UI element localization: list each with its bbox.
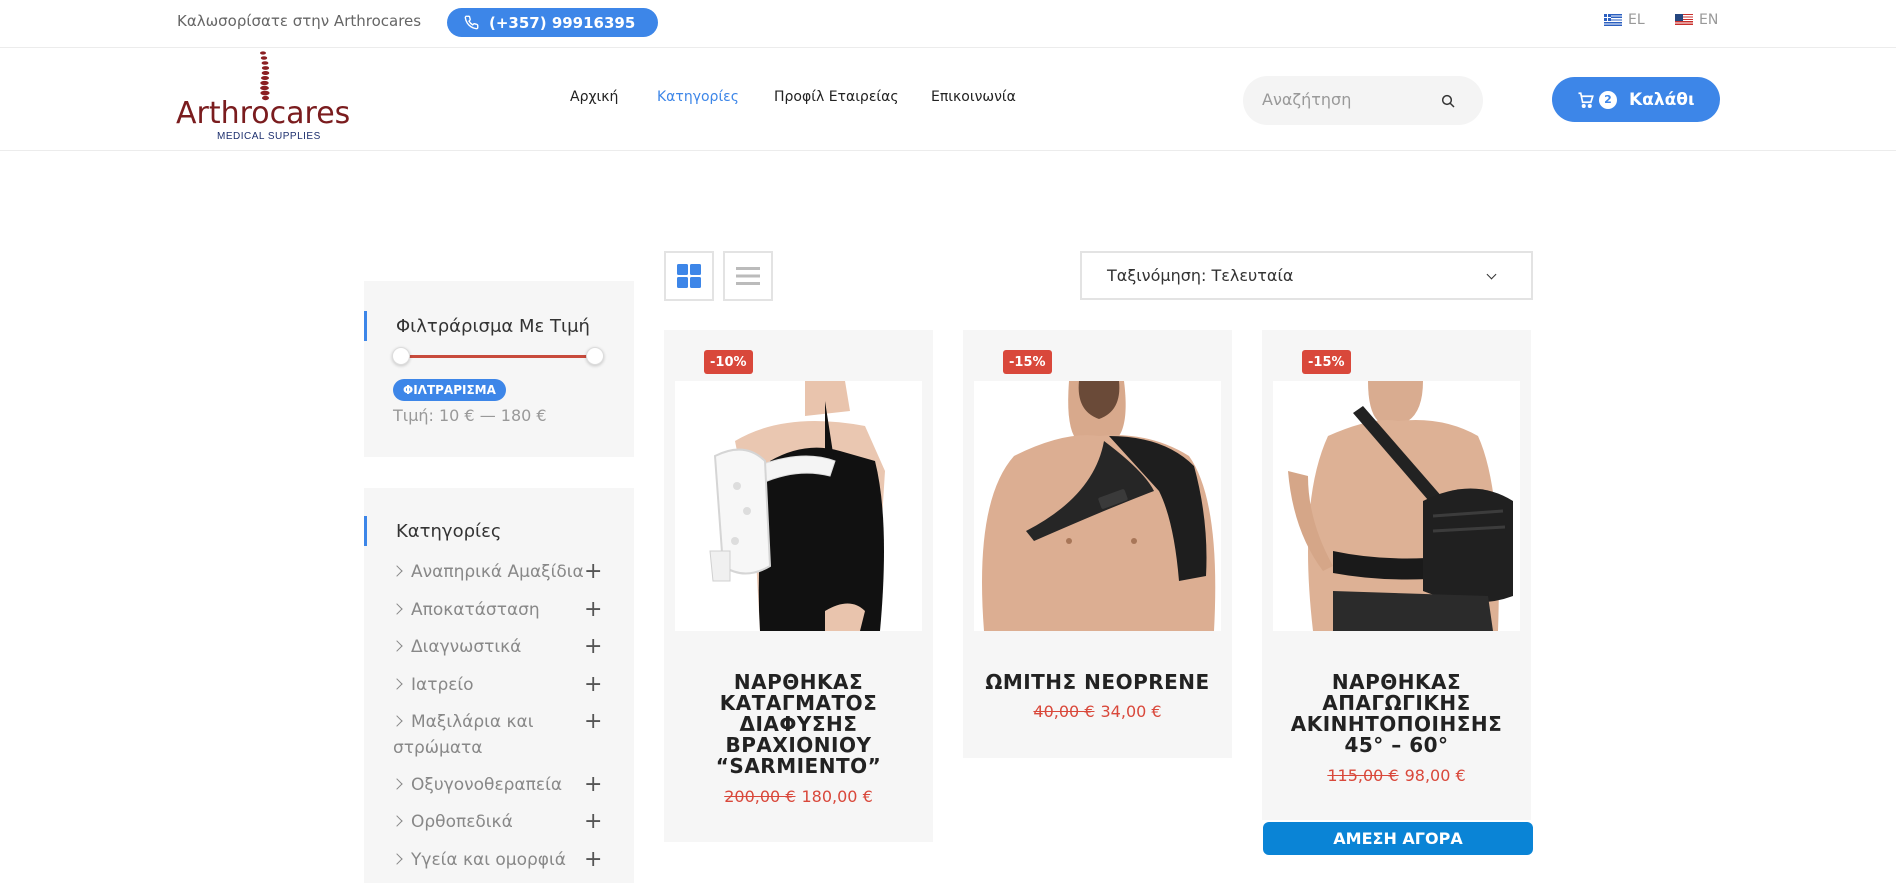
logo-subtitle: MEDICAL SUPPLIES <box>217 131 321 142</box>
phone-icon <box>464 15 479 30</box>
expand-plus-icon[interactable]: + <box>584 597 602 623</box>
cart-label: Καλάθι <box>1629 89 1695 110</box>
expand-plus-icon[interactable]: + <box>584 634 602 660</box>
product-image-shoulder <box>974 381 1221 631</box>
sort-label: Ταξινόμηση: Τελευταία <box>1107 266 1294 285</box>
search-input[interactable] <box>1262 90 1432 109</box>
category-label: Διαγνωστικά <box>411 637 522 657</box>
product-title[interactable]: ΝΑΡΘΗΚΑΣ ΚΑΤΑΓΜΑΤΟΣ ΔΙΑΦΥΣΗΣ ΒΡΑΧΙΟΝΙΟΥ … <box>679 672 918 777</box>
top-bar: Καλωσορίσατε στην Arthrocares (+357) 999… <box>0 0 1896 48</box>
sort-select[interactable]: Ταξινόμηση: Τελευταία <box>1080 251 1533 300</box>
categories-title: Κατηγορίες <box>364 516 501 546</box>
expand-plus-icon[interactable]: + <box>584 559 602 585</box>
chevron-down-icon <box>1486 269 1497 280</box>
chevron-right-icon <box>391 853 403 865</box>
sale-badge: -10% <box>704 350 753 374</box>
price-range-text: Τιμή: 10 € — 180 € <box>393 406 547 425</box>
category-item[interactable]: Μαξιλάρια και στρώματα <box>391 709 543 761</box>
lang-el-label: EL <box>1628 12 1645 28</box>
cart-icon <box>1578 91 1594 108</box>
nav-company-profile[interactable]: Προφίλ Εταιρείας <box>774 89 899 105</box>
product-image[interactable] <box>974 381 1221 631</box>
current-price: 98,00 € <box>1404 766 1466 785</box>
categories-widget: Κατηγορίες Αναπηρικά Αμαξίδια + Αποκατάσ… <box>364 488 634 883</box>
product-title[interactable]: ΝΑΡΘΗΚΑΣ ΑΠΑΓΩΓΙΚΗΣ ΑΚΙΝΗΤΟΠΟΙΗΣΗΣ 45° –… <box>1277 672 1516 756</box>
old-price: 115,00 € <box>1327 766 1399 785</box>
product-image[interactable] <box>1273 381 1520 631</box>
category-label: Αναπηρικά Αμαξίδια <box>411 562 584 582</box>
list-view-icon <box>736 267 760 285</box>
price-slider-min-handle[interactable] <box>392 347 410 365</box>
expand-plus-icon[interactable]: + <box>584 709 602 735</box>
product-card[interactable]: -15% ΝΑΡΘΗΚΑΣ ΑΠΑΓΩΓΙΚΗΣ ΑΚΙΝΗΤΟΠΟΙΗΣΗΣ … <box>1262 330 1531 820</box>
category-label: Ορθοπεδικά <box>411 812 513 832</box>
product-image-brace <box>675 381 922 631</box>
greek-flag-icon <box>1604 14 1622 26</box>
category-label: Οξυγονοθεραπεία <box>411 775 563 795</box>
category-label: Υγεία και ομορφιά <box>411 850 566 870</box>
chevron-right-icon <box>391 603 403 615</box>
welcome-text: Καλωσορίσατε στην Arthrocares <box>177 12 422 30</box>
search-icon[interactable] <box>1440 93 1456 109</box>
lang-en-link[interactable]: EN <box>1675 12 1718 28</box>
site-logo[interactable]: Arthrocares MEDICAL SUPPLIES <box>176 50 366 142</box>
price-filter-title: Φιλτράρισμα Με Τιμή <box>364 311 590 341</box>
product-title[interactable]: ΩΜΙΤΗΣ NEOPRENE <box>978 672 1217 693</box>
price-slider-max-handle[interactable] <box>586 347 604 365</box>
lang-en-label: EN <box>1699 12 1719 28</box>
nav-categories[interactable]: Κατηγορίες <box>657 89 739 105</box>
lang-el-link[interactable]: EL <box>1604 12 1645 28</box>
grid-view-icon <box>677 264 701 288</box>
sale-badge: -15% <box>1302 350 1351 374</box>
category-label: Μαξιλάρια και στρώματα <box>393 712 534 758</box>
cart-button[interactable]: 2 Καλάθι <box>1552 77 1720 122</box>
product-card[interactable]: -15% ΩΜΙΤΗΣ NEOPRENE 40,00 € 34,00 € <box>963 330 1232 758</box>
expand-plus-icon[interactable]: + <box>584 672 602 698</box>
product-price: 200,00 € 180,00 € <box>664 787 933 806</box>
nav-home[interactable]: Αρχική <box>570 89 618 105</box>
expand-plus-icon[interactable]: + <box>584 809 602 835</box>
main-header: Arthrocares MEDICAL SUPPLIES Αρχική Κατη… <box>0 48 1896 151</box>
sale-badge: -15% <box>1003 350 1052 374</box>
phone-number: (+357) 99916395 <box>489 13 636 32</box>
old-price: 200,00 € <box>724 787 796 806</box>
filter-button[interactable]: ΦΙΛΤΡΑΡΙΣΜΑ <box>393 379 506 401</box>
chevron-right-icon <box>391 640 403 652</box>
category-label: Ιατρείο <box>411 675 474 695</box>
buy-now-button[interactable]: ΑΜΕΣΗ ΑΓΟΡΑ <box>1263 822 1533 855</box>
product-image-sling <box>1273 381 1520 631</box>
expand-plus-icon[interactable]: + <box>584 772 602 798</box>
search-box <box>1243 76 1483 125</box>
list-view-button[interactable] <box>723 251 773 301</box>
current-price: 180,00 € <box>801 787 873 806</box>
price-filter-widget: Φιλτράρισμα Με Τιμή ΦΙΛΤΡΑΡΙΣΜΑ Τιμή: 10… <box>364 281 634 457</box>
logo-text: Arthrocares <box>176 96 351 131</box>
chevron-right-icon <box>391 565 403 577</box>
price-slider-track[interactable] <box>401 355 599 358</box>
nav-contact[interactable]: Επικοινωνία <box>931 89 1016 105</box>
category-label: Αποκατάσταση <box>411 600 540 620</box>
chevron-right-icon <box>391 778 403 790</box>
product-price: 40,00 € 34,00 € <box>963 702 1232 721</box>
current-price: 34,00 € <box>1100 702 1162 721</box>
cart-count-badge: 2 <box>1599 90 1617 109</box>
product-card[interactable]: -10% ΝΑΡΘΗΚΑΣ ΚΑΤΑΓΜΑΤΟΣ ΔΙΑΦΥΣΗΣ ΒΡΑΧΙΟ… <box>664 330 933 842</box>
chevron-right-icon <box>391 678 403 690</box>
phone-button[interactable]: (+357) 99916395 <box>447 8 658 37</box>
product-price: 115,00 € 98,00 € <box>1262 766 1531 785</box>
grid-view-button[interactable] <box>664 251 714 301</box>
expand-plus-icon[interactable]: + <box>584 847 602 873</box>
spine-logo-icon <box>260 51 270 101</box>
chevron-right-icon <box>391 715 403 727</box>
us-flag-icon <box>1675 14 1693 26</box>
chevron-right-icon <box>391 815 403 827</box>
product-image[interactable] <box>675 381 922 631</box>
old-price: 40,00 € <box>1033 702 1095 721</box>
